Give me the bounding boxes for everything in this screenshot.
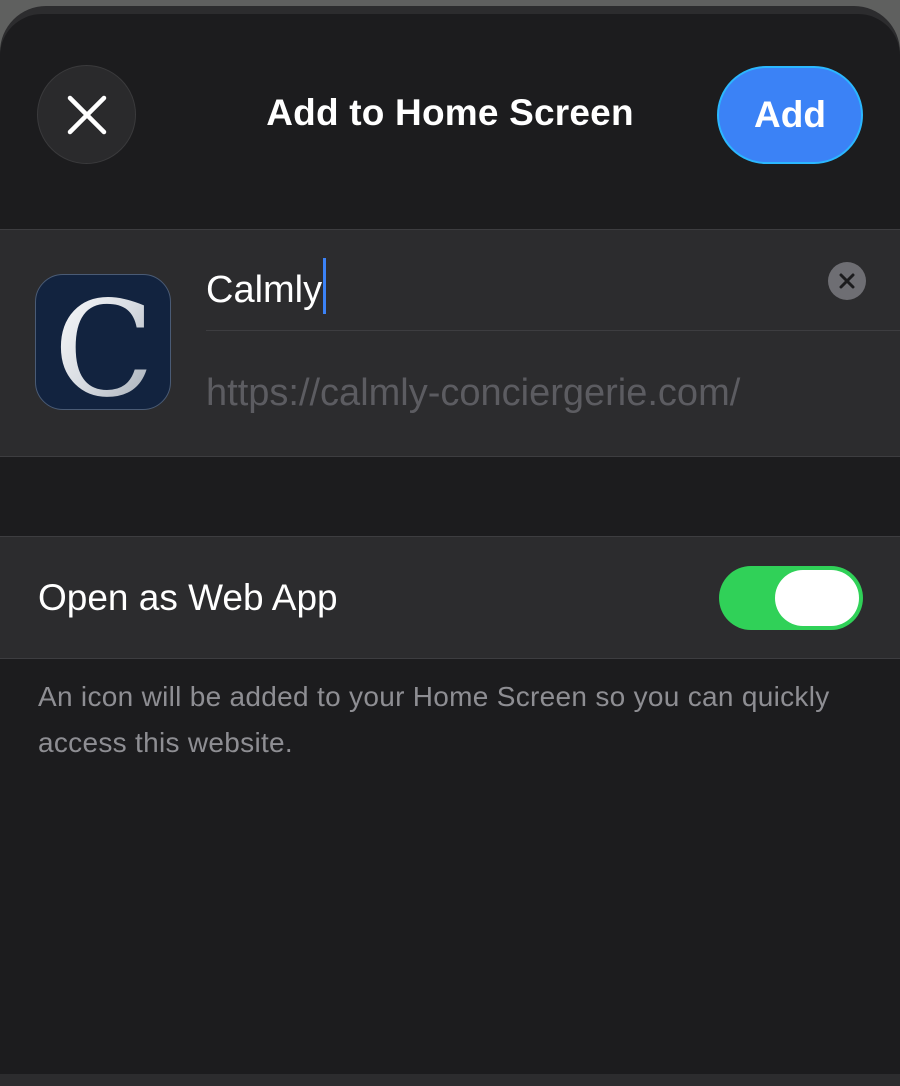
text-caret bbox=[323, 258, 327, 314]
name-field-value: Calmly bbox=[206, 269, 323, 311]
footnote-text: An icon will be added to your Home Scree… bbox=[38, 681, 830, 758]
add-to-home-sheet: Add to Home Screen Add C Calmly https://… bbox=[0, 14, 900, 1074]
app-icon-letter: C bbox=[54, 275, 155, 410]
app-icon: C bbox=[35, 274, 171, 410]
web-app-label: Open as Web App bbox=[38, 577, 338, 618]
toggle-knob bbox=[775, 570, 859, 626]
web-app-toggle[interactable] bbox=[719, 566, 863, 630]
name-row: Calmly bbox=[206, 230, 900, 331]
web-app-group: Open as Web App bbox=[0, 536, 900, 659]
add-button[interactable]: Add bbox=[717, 66, 863, 164]
name-field[interactable]: Calmly bbox=[206, 258, 327, 314]
bookmark-details-group: C Calmly https://calmly-conciergerie.com… bbox=[0, 229, 900, 457]
url-text: https://calmly-conciergerie.com/ bbox=[206, 372, 741, 414]
clear-x-icon bbox=[839, 273, 855, 289]
clear-text-button[interactable] bbox=[828, 262, 866, 300]
